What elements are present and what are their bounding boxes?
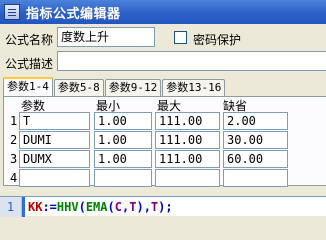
code-token: ,	[143, 199, 151, 214]
param-max-input[interactable]	[155, 169, 220, 187]
current-line-marker	[22, 196, 25, 217]
password-protect-checkbox[interactable]	[174, 31, 187, 44]
code-token: C	[114, 199, 122, 214]
code-token: HHV	[56, 199, 79, 214]
formula-editor-icon	[4, 4, 20, 20]
password-protect-label: 密码保护	[193, 33, 242, 47]
code-token: :=	[42, 199, 57, 214]
code-token: KK	[28, 199, 43, 214]
param-name-input[interactable]: DUMI	[19, 131, 90, 149]
line-number-gutter: 1	[0, 196, 22, 217]
param-default-input[interactable]: 60.00	[223, 150, 288, 168]
param-max-input[interactable]: 111.00	[155, 112, 220, 130]
tab-params-1-4[interactable]: 参数1-4	[3, 77, 53, 96]
code-token: (	[107, 199, 115, 214]
tab-params-9-12[interactable]: 参数9-12	[104, 79, 162, 96]
param-max-input[interactable]: 111.00	[155, 131, 220, 149]
title-bar: 指标公式编辑器	[0, 0, 326, 24]
param-min-input[interactable]: 1.00	[94, 131, 152, 149]
row-number: 1	[10, 114, 18, 128]
param-default-input[interactable]: 2.00	[223, 112, 288, 130]
formula-code-editor[interactable]: 1 KK:=HHV(EMA(C,T),T);	[0, 196, 326, 217]
formula-name-label: 公式名称	[5, 33, 54, 47]
param-name-input[interactable]: DUMX	[19, 150, 90, 168]
param-default-input[interactable]	[223, 169, 288, 187]
tab-params-5-8[interactable]: 参数5-8	[53, 79, 104, 96]
formula-name-input[interactable]: 度数上升	[57, 27, 155, 47]
param-default-input[interactable]: 30.00	[223, 131, 288, 149]
formula-description-label: 公式描述	[5, 57, 54, 71]
code-token: )	[136, 199, 144, 214]
row-number: 3	[10, 152, 18, 166]
param-name-input[interactable]: T	[19, 112, 90, 130]
param-name-input[interactable]	[19, 169, 90, 187]
formula-description-input[interactable]	[57, 51, 326, 71]
code-token: (	[78, 199, 86, 214]
formula-code-line[interactable]: KK:=HHV(EMA(C,T),T);	[28, 200, 173, 214]
param-min-input[interactable]	[94, 169, 152, 187]
param-min-input[interactable]: 1.00	[94, 112, 152, 130]
param-max-input[interactable]: 111.00	[155, 150, 220, 168]
param-min-input[interactable]: 1.00	[94, 150, 152, 168]
row-number: 2	[10, 133, 18, 147]
window-title: 指标公式编辑器	[26, 6, 121, 22]
code-token: EMA	[85, 199, 108, 214]
row-number: 4	[10, 171, 18, 185]
param-tabs: 参数1-4 参数5-8 参数9-12 参数13-16	[3, 77, 226, 96]
code-token: );	[158, 199, 173, 214]
tab-params-13-16[interactable]: 参数13-16	[162, 79, 226, 96]
